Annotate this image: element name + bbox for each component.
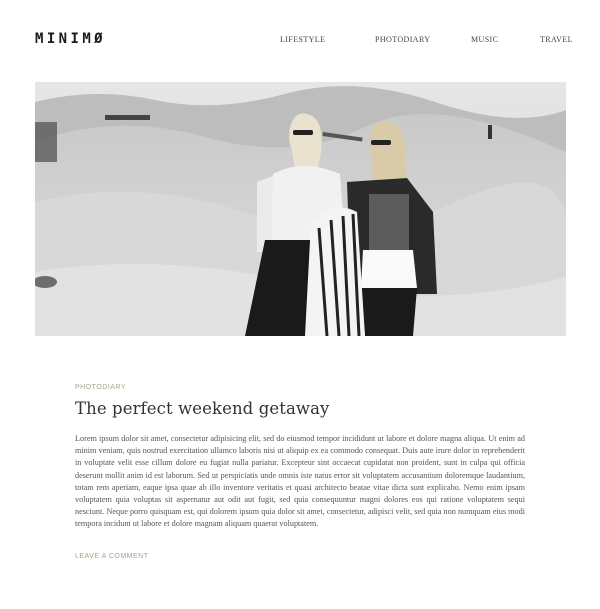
site-header: MINIMØ LIFESTYLE PHOTODIARY MUSIC TRAVEL (0, 0, 600, 80)
hero-image[interactable] (35, 82, 566, 336)
post-category[interactable]: PHOTODIARY (75, 384, 126, 391)
post-title[interactable]: The perfect weekend getaway (75, 399, 329, 418)
post-body: Lorem ipsum dolor sit amet, consectetur … (75, 434, 525, 529)
nav-item-travel[interactable]: TRAVEL (540, 35, 573, 44)
nav-item-photodiary[interactable]: PHOTODIARY (375, 35, 430, 44)
nav-item-music[interactable]: MUSIC (471, 35, 498, 44)
leave-comment-link[interactable]: LEAVE A COMMENT (75, 553, 149, 560)
site-logo[interactable]: MINIMØ (35, 31, 106, 47)
nav-item-lifestyle[interactable]: LIFESTYLE (280, 35, 325, 44)
